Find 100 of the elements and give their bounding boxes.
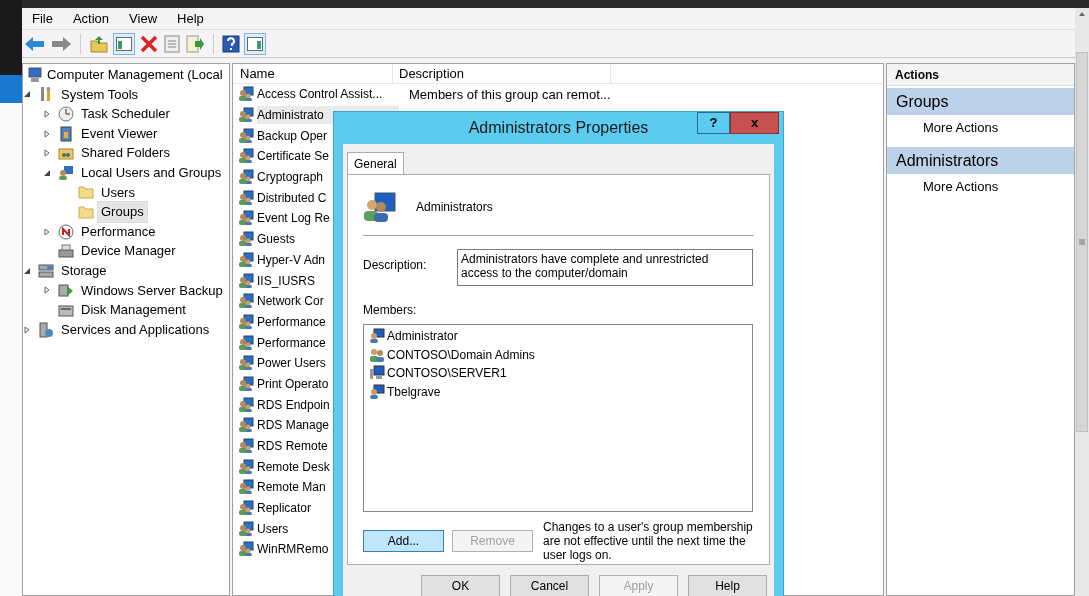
group-icon (238, 148, 254, 165)
group-icon (238, 313, 254, 330)
group-icon (238, 355, 254, 372)
group-icon (238, 169, 254, 186)
group-icon (238, 189, 254, 206)
folder-icon (78, 203, 94, 220)
tree-item[interactable]: Groups (97, 201, 148, 223)
console-tree-toggle[interactable] (113, 32, 135, 55)
member-button[interactable]: Add... (363, 530, 444, 552)
tree-item[interactable]: Device Manager (77, 240, 180, 262)
expand-arrow-icon[interactable] (43, 286, 51, 295)
tree-item[interactable]: Performance (77, 220, 160, 243)
forward-arrow-icon[interactable] (50, 35, 72, 52)
users-icon (58, 164, 74, 181)
computer-icon (369, 365, 385, 382)
printer-icon (58, 243, 74, 260)
dialog-button[interactable]: Cancel (510, 575, 589, 596)
tree-item[interactable]: Services and Applications (57, 318, 214, 341)
description-field[interactable]: Administrators have complete and unrestricted access to the computer/domain (457, 249, 753, 286)
expand-arrow-icon[interactable] (43, 129, 51, 138)
group-icon (238, 251, 254, 268)
user-icon (369, 383, 385, 400)
close-button[interactable]: x (730, 112, 779, 134)
pane-icon (247, 36, 263, 51)
tree-item[interactable]: Disk Management (77, 299, 190, 321)
group-icon (369, 346, 385, 363)
group-icon (238, 375, 254, 392)
group-icon (238, 210, 254, 227)
computer-icon (27, 66, 43, 83)
collapse-arrow-icon[interactable] (23, 266, 31, 275)
action-section-header[interactable]: Administrators (887, 147, 1074, 174)
group-icon (238, 500, 254, 517)
group-icon (238, 86, 254, 103)
menu-item[interactable]: View (129, 8, 158, 29)
tree-item[interactable]: Task Scheduler (77, 103, 174, 125)
column-header[interactable]: Description (393, 64, 611, 83)
window-edge (0, 75, 22, 103)
group-description: Members of this group can remot... (409, 85, 611, 104)
group-icon (238, 396, 254, 413)
menu-item[interactable]: Help (177, 8, 204, 29)
log-book-icon (58, 125, 74, 142)
member-name[interactable]: Tbelgrave (387, 382, 441, 401)
help-button[interactable]: ? (697, 112, 730, 134)
column-header[interactable]: Name (233, 64, 393, 83)
folder-icon (78, 184, 94, 201)
help-icon[interactable] (222, 34, 240, 53)
group-icon (238, 231, 254, 248)
export-icon[interactable] (185, 34, 205, 53)
tree-item[interactable]: Event Viewer (77, 122, 162, 145)
gauge-icon (58, 223, 74, 240)
tree-item[interactable]: Storage (57, 260, 111, 282)
tree-item[interactable]: Shared Folders (77, 142, 174, 164)
menu-item[interactable]: File (32, 8, 53, 29)
group-icon (238, 107, 254, 124)
grip-icon (1079, 239, 1085, 245)
expand-arrow-icon[interactable] (43, 227, 51, 236)
tree-item[interactable]: Windows Server Backup (77, 279, 227, 302)
action-link[interactable]: More Actions (923, 118, 999, 138)
member-name[interactable]: CONTOSO\Domain Admins (387, 345, 535, 364)
group-icon (238, 334, 254, 351)
member-name[interactable]: CONTOSO\SERVER1 (387, 364, 507, 383)
group-icon (238, 127, 254, 144)
menu-item[interactable]: Action (72, 8, 110, 29)
folder-up-icon[interactable] (89, 34, 109, 53)
server-gear-icon (38, 321, 54, 338)
scroll-thumb[interactable] (1076, 52, 1088, 432)
group-icon (238, 479, 254, 496)
pane-icon (116, 36, 132, 51)
scrollbar[interactable] (1075, 8, 1089, 596)
tree-item[interactable]: Computer Management (Local (47, 65, 223, 85)
scroll-up-icon[interactable] (1078, 10, 1086, 18)
member-name[interactable]: Administrator (387, 327, 458, 346)
expand-arrow-icon[interactable] (43, 149, 51, 158)
description-label: Description: (363, 257, 428, 274)
members-list[interactable]: Administrator CONTOSO\Domain Admins CONTOSO\SERVER1 Tbelgrave (363, 324, 753, 512)
dialog-button[interactable]: Help (688, 575, 767, 596)
group-icon (238, 438, 254, 455)
action-pane-toggle[interactable] (244, 32, 266, 55)
group-icon (238, 458, 254, 475)
action-link[interactable]: More Actions (923, 177, 999, 197)
group-name[interactable]: Access Control Assist... (257, 85, 399, 104)
tree-item[interactable]: System Tools (57, 83, 143, 106)
expand-arrow-icon[interactable] (23, 325, 31, 334)
clock-icon (58, 106, 74, 122)
backup-icon (58, 282, 74, 299)
group-icon (238, 293, 254, 310)
tree-item[interactable]: Local Users and Groups (77, 162, 226, 184)
dialog-title: Administrators Properties (468, 118, 649, 138)
group-icon (238, 417, 254, 434)
group-icon (238, 272, 254, 289)
tab[interactable]: General (347, 152, 404, 174)
tree-item[interactable]: Users (97, 181, 139, 204)
back-arrow-icon[interactable] (24, 35, 46, 52)
action-section-header[interactable]: Groups (887, 88, 1074, 115)
expand-arrow-icon[interactable] (43, 110, 51, 118)
shared-folder-icon (58, 145, 74, 162)
collapse-arrow-icon[interactable] (23, 90, 31, 99)
dialog-button[interactable]: OK (421, 575, 500, 596)
delete-icon[interactable] (139, 34, 159, 53)
collapse-arrow-icon[interactable] (43, 168, 51, 177)
